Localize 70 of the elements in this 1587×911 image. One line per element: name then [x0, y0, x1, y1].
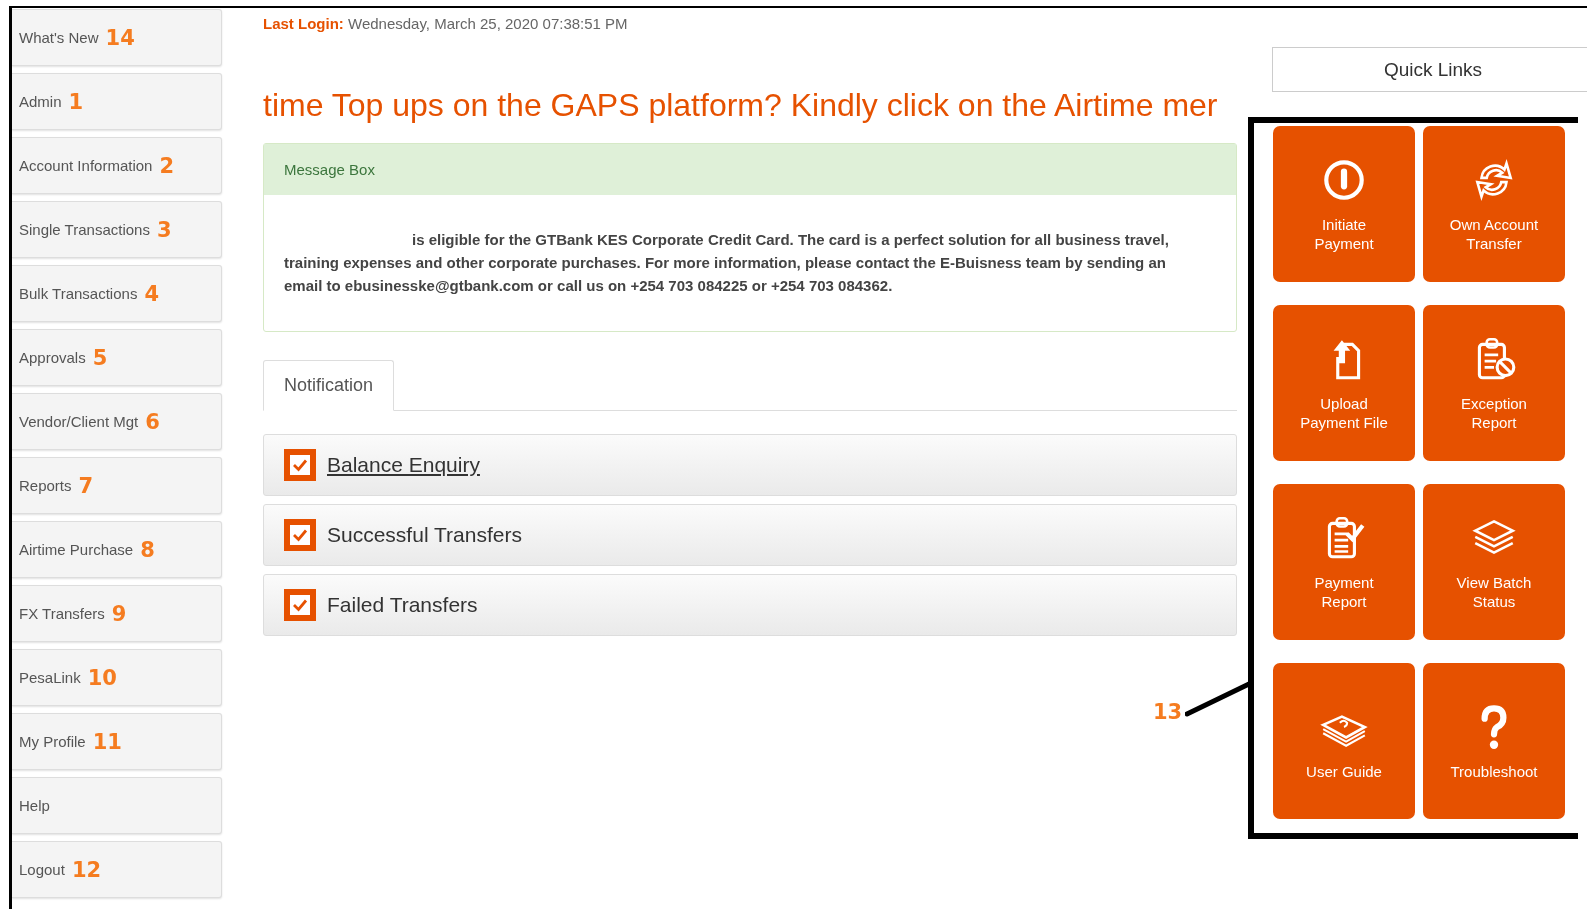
sidebar-item[interactable]: PesaLink 10 [12, 649, 222, 706]
annotation-number: 11 [92, 729, 122, 754]
quick-link-tile[interactable]: Own Account Transfer [1423, 126, 1565, 282]
sidebar-item-label[interactable]: Account Information [19, 157, 153, 174]
annotation-number: 10 [87, 665, 117, 690]
sidebar-item-label[interactable]: Airtime Purchase [19, 541, 134, 558]
notification-link[interactable]: Balance Enquiry [327, 453, 480, 477]
checkbox[interactable] [284, 589, 316, 621]
quick-link-label[interactable]: View Batch Status [1444, 573, 1544, 611]
quick-link-tile[interactable]: User Guide [1273, 663, 1415, 819]
quick-link-label[interactable]: Upload Payment File [1294, 394, 1394, 432]
quick-link-label[interactable]: Troubleshoot [1444, 761, 1544, 781]
checkbox[interactable] [284, 519, 316, 551]
quick-link-label[interactable]: Payment Report [1294, 573, 1394, 611]
tab[interactable]: Notification [263, 360, 395, 411]
annotation-number: 3 [156, 217, 172, 242]
sidebar-item[interactable]: Airtime Purchase 8 [12, 521, 222, 578]
quick-link-label[interactable]: Own Account Transfer [1444, 215, 1544, 253]
annotation-number: 7 [78, 473, 94, 498]
annotation-number: 2 [159, 153, 175, 178]
annotation-number: 12 [71, 857, 102, 882]
quick-link-tile[interactable]: Payment Report [1273, 484, 1415, 640]
sidebar-item[interactable]: Reports 7 [12, 457, 222, 514]
annotation-number: 6 [145, 409, 160, 434]
sidebar-item[interactable]: Vendor/Client Mgt 6 [12, 393, 222, 450]
sidebar-item-label[interactable]: Vendor/Client Mgt [19, 413, 139, 430]
sidebar-item-label[interactable]: PesaLink [19, 669, 81, 686]
sidebar-item-label[interactable]: Approvals [19, 349, 86, 366]
checkbox[interactable] [284, 449, 316, 481]
notification-label: Successful Transfers [327, 523, 522, 547]
sidebar-item-label[interactable]: Admin [19, 93, 62, 110]
sidebar-item-label[interactable]: What's New [19, 29, 99, 46]
annotation-number: 14 [105, 25, 135, 50]
annotation-number: 1 [68, 89, 84, 114]
message-text: is eligible for the GTBank KES Corporate Credit Card. The card is a perfect solution for all business travel, training expenses and other corporate purchases. For more information, please contact the E-Buisness team by sending an email to ebusinesske@gtbank.com or call us on +254 703 084225 or +254 703 084362. [284, 230, 1170, 296]
message-box-header: Message Box [264, 144, 1236, 195]
quick-link-label[interactable]: User Guide [1294, 761, 1394, 781]
quick-link-tile[interactable]: Upload Payment File [1273, 305, 1415, 461]
annotation-number: 4 [144, 281, 159, 306]
sidebar-item-label[interactable]: My Profile [19, 733, 86, 750]
sidebar-item-label[interactable]: Help [19, 797, 50, 814]
sidebar-item-label[interactable]: Bulk Transactions [19, 285, 138, 302]
annotation-number: 13 [1153, 700, 1183, 724]
quick-link-tile[interactable]: Initiate Payment [1273, 126, 1415, 282]
sidebar-item[interactable]: Help [12, 777, 222, 834]
quick-link-tile[interactable]: View Batch Status [1423, 484, 1565, 640]
annotation-number: 8 [140, 537, 155, 562]
quick-link-tile[interactable]: Exception Report [1423, 305, 1565, 461]
sidebar-item[interactable]: Single Transactions 3 [12, 201, 222, 258]
sidebar-item-label[interactable]: FX Transfers [19, 605, 105, 622]
sidebar-item-label[interactable]: Logout [19, 861, 65, 878]
sidebar-item[interactable]: Logout 12 [12, 841, 222, 898]
sidebar-item[interactable]: Approvals 5 [12, 329, 222, 386]
sidebar-item-label[interactable]: Reports [19, 477, 72, 494]
sidebar-item[interactable]: FX Transfers 9 [12, 585, 222, 642]
quick-links-header: Quick Links [1272, 47, 1587, 92]
sidebar-item[interactable]: My Profile 11 [12, 713, 222, 770]
notification-label: Failed Transfers [327, 593, 478, 617]
sidebar-item[interactable]: Account Information 2 [12, 137, 222, 194]
annotation-number: 5 [92, 345, 108, 370]
marquee-text: time Top ups on the GAPS platform? Kindly click on the Airtime mer [263, 86, 1219, 125]
quick-link-tile[interactable]: Troubleshoot [1423, 663, 1565, 819]
annotation-number: 9 [111, 601, 127, 626]
quick-link-label[interactable]: Initiate Payment [1294, 215, 1394, 253]
sidebar-item[interactable]: Admin 1 [12, 73, 222, 130]
sidebar-item[interactable]: Bulk Transactions 4 [12, 265, 222, 322]
last-login-text: Last Login: Wednesday, March 25, 2020 07:38:51 PM [263, 15, 629, 34]
sidebar-item-label[interactable]: Single Transactions [19, 221, 150, 238]
sidebar-item[interactable]: What's New 14 [12, 9, 222, 66]
quick-link-label[interactable]: Exception Report [1444, 394, 1544, 432]
